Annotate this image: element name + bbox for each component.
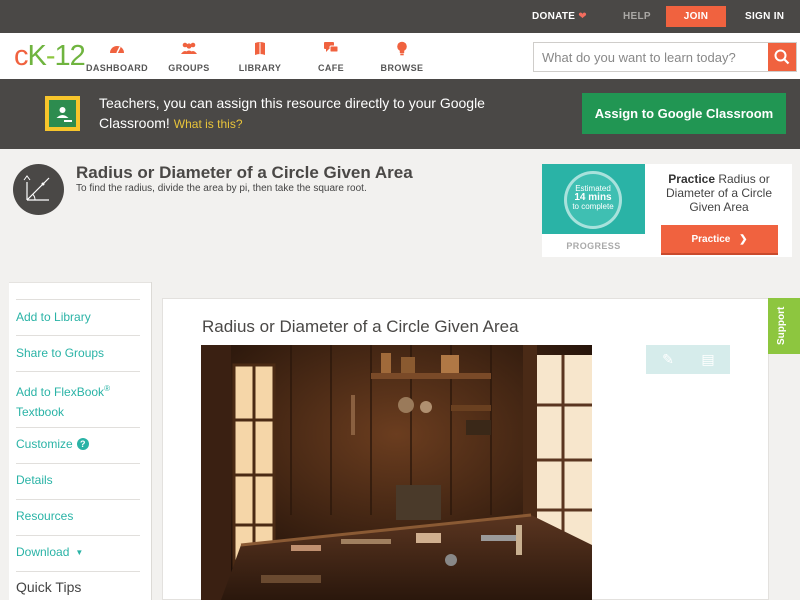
annotation-toolbar: ✎ ▤ <box>646 345 730 374</box>
practice-card: Estimated 14 mins to complete PROGRESS P… <box>542 164 792 257</box>
customize-link[interactable]: Customize? <box>16 434 140 454</box>
nav-groups-label: GROUPS <box>168 63 210 73</box>
concept-title: Radius or Diameter of a Circle Given Are… <box>76 163 413 182</box>
nav-dashboard-label: DASHBOARD <box>85 63 149 73</box>
divider <box>16 463 140 464</box>
top-bar: DONATE ❤ HELP JOIN SIGN IN <box>0 0 800 33</box>
progress-label: PROGRESS <box>566 241 621 251</box>
download-dropdown[interactable]: Download ▼ <box>16 542 140 563</box>
lightbulb-icon <box>367 41 437 57</box>
practice-button[interactable]: Practice ❯ <box>661 225 778 255</box>
heart-icon: ❤ <box>578 11 587 22</box>
sign-in-link[interactable]: SIGN IN <box>745 0 784 33</box>
geometry-concept-icon <box>13 164 64 215</box>
search-input[interactable] <box>534 43 768 71</box>
nav-dashboard[interactable]: DASHBOARD <box>82 41 152 73</box>
chat-bubbles-icon <box>296 41 366 57</box>
help-icon[interactable]: ? <box>76 438 89 450</box>
details-link[interactable]: Details <box>16 470 140 490</box>
search-box <box>533 42 797 72</box>
banner-text: Teachers, you can assign this resource d… <box>99 95 485 131</box>
quick-tips-heading: Quick Tips <box>16 579 82 595</box>
nav-library[interactable]: LIBRARY <box>225 41 295 73</box>
nav-cafe-label: CAFE <box>317 63 345 73</box>
join-button[interactable]: JOIN <box>666 6 726 27</box>
nav-groups[interactable]: GROUPS <box>154 41 224 73</box>
chevron-right-icon: ❯ <box>739 234 748 245</box>
share-to-groups-link[interactable]: Share to Groups <box>16 343 140 363</box>
nav-cafe[interactable]: CAFE <box>296 41 366 73</box>
book-icon <box>225 41 295 57</box>
pencil-icon[interactable]: ✎ <box>658 349 678 369</box>
progress-panel: Estimated 14 mins to complete <box>542 164 645 234</box>
google-classroom-banner: Teachers, you can assign this resource d… <box>0 79 800 149</box>
nav-browse[interactable]: BROWSE <box>367 41 437 73</box>
concept-description: To find the radius, divide the area by p… <box>76 183 367 194</box>
nav-library-label: LIBRARY <box>238 63 282 73</box>
main-header: cK-12 DASHBOARD GROUPS LIBRARY CAFE BROW… <box>0 33 800 79</box>
estimated-time: Estimated 14 mins to complete <box>572 184 614 211</box>
divider <box>16 571 140 572</box>
divider <box>16 427 140 428</box>
divider <box>16 535 140 536</box>
what-is-this-link[interactable]: What is this? <box>174 117 243 131</box>
left-sidebar: Add to Library Share to Groups Add to Fl… <box>9 282 151 600</box>
people-icon <box>154 41 224 57</box>
google-classroom-icon <box>45 96 80 131</box>
search-button[interactable] <box>768 43 796 71</box>
support-tab[interactable]: Support <box>768 298 800 354</box>
notes-icon[interactable]: ▤ <box>698 349 718 369</box>
support-label: Support <box>776 306 787 345</box>
gauge-icon <box>82 41 152 57</box>
banner-message: Teachers, you can assign this resource d… <box>99 93 549 134</box>
divider <box>16 335 140 336</box>
assign-to-google-classroom-button[interactable]: Assign to Google Classroom <box>582 93 786 134</box>
divider <box>16 499 140 500</box>
practice-title: Practice Radius or Diameter of a Circle … <box>665 172 773 214</box>
donate-link[interactable]: DONATE ❤ <box>532 0 587 33</box>
content-title: Radius or Diameter of a Circle Given Are… <box>202 317 519 336</box>
divider <box>16 299 140 300</box>
donate-label: DONATE <box>532 11 576 22</box>
search-icon <box>774 49 790 65</box>
add-to-flexbook-link[interactable]: Add to FlexBook® Textbook <box>16 379 140 422</box>
nav-browse-label: BROWSE <box>380 63 424 73</box>
progress-area: Estimated 14 mins to complete PROGRESS <box>542 164 645 257</box>
help-link[interactable]: HELP <box>623 0 651 33</box>
add-to-library-link[interactable]: Add to Library <box>16 307 140 327</box>
caret-down-icon: ▼ <box>75 548 84 557</box>
resources-link[interactable]: Resources <box>16 506 140 526</box>
ck12-logo[interactable]: cK-12 <box>14 39 86 73</box>
divider <box>16 371 140 372</box>
workshop-photo <box>201 345 592 600</box>
